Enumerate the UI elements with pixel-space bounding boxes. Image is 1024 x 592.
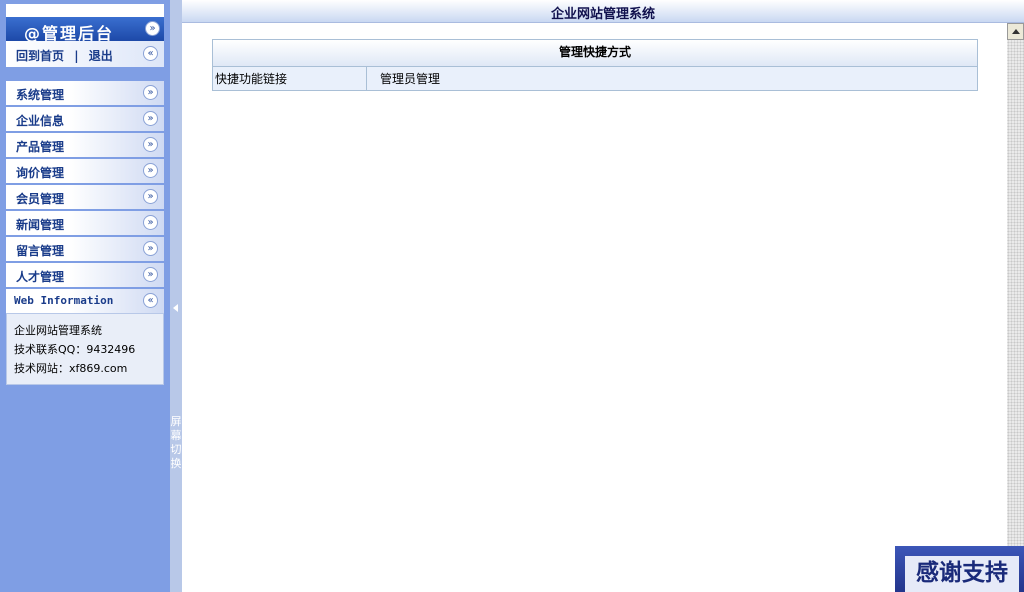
double-chevron-down-icon[interactable]: » [145, 21, 160, 36]
sidebar-item-label: 会员管理 [16, 192, 65, 206]
triangle-left-icon[interactable] [173, 304, 178, 312]
sidebar-item-company-info[interactable]: 企业信息 » [6, 107, 164, 133]
sidebar-item-label: 企业信息 [16, 114, 65, 128]
info-line: 技术联系QQ：9432496 [14, 343, 136, 356]
info-line: 技术网站：xf869.com [14, 362, 128, 375]
double-chevron-down-icon[interactable]: » [143, 241, 158, 256]
double-chevron-down-icon[interactable]: » [143, 163, 158, 178]
shortcut-table: 管理快捷方式 快捷功能链接 管理员管理 [212, 39, 978, 91]
shortcut-row-label: 快捷功能链接 [213, 67, 367, 90]
sidebar-item-label: 新闻管理 [16, 218, 65, 232]
sidebar-item-products[interactable]: 产品管理 » [6, 133, 164, 159]
vertical-scrollbar[interactable] [1007, 23, 1024, 592]
sidebar-item-news[interactable]: 新闻管理 » [6, 211, 164, 237]
double-chevron-down-icon[interactable]: » [143, 85, 158, 100]
sidebar-header: @管理后台 » [6, 17, 164, 43]
sidebar-item-label: 产品管理 [16, 140, 65, 154]
home-link[interactable]: 回到首页 [16, 49, 64, 63]
sidebar-quick-links: 回到首页 | 退出 « [6, 41, 164, 67]
sidebar-item-label: 系统管理 [16, 88, 65, 102]
logout-link[interactable]: 退出 [89, 49, 113, 63]
web-information-title: Web Information [14, 294, 114, 307]
double-chevron-left-icon[interactable]: « [143, 293, 158, 308]
double-chevron-down-icon[interactable]: » [143, 111, 158, 126]
web-information-body: 企业网站管理系统 技术联系QQ：9432496 技术网站：xf869.com [6, 313, 164, 385]
double-chevron-down-icon[interactable]: » [143, 215, 158, 230]
double-chevron-down-icon[interactable]: » [143, 189, 158, 204]
admin-management-link[interactable]: 管理员管理 [380, 72, 440, 86]
double-chevron-down-icon[interactable]: » [143, 267, 158, 282]
double-chevron-left-icon[interactable]: « [143, 46, 158, 61]
link-separator: | [74, 49, 79, 63]
sidebar-item-inquiries[interactable]: 询价管理 » [6, 159, 164, 185]
screen-switch-splitter[interactable]: 屏幕切换 [170, 0, 182, 592]
sidebar-item-label: 询价管理 [16, 166, 65, 180]
sidebar-item-talent[interactable]: 人才管理 » [6, 263, 164, 289]
table-row: 快捷功能链接 管理员管理 [213, 67, 977, 90]
page-title: 企业网站管理系统 [550, 7, 655, 22]
sidebar-item-members[interactable]: 会员管理 » [6, 185, 164, 211]
screen-switch-label[interactable]: 屏幕切换 [170, 415, 182, 471]
title-bar: 企业网站管理系统 [182, 0, 1024, 23]
sidebar-item-label: 人才管理 [16, 270, 65, 284]
double-chevron-down-icon[interactable]: » [143, 137, 158, 152]
sidebar-item-messages[interactable]: 留言管理 » [6, 237, 164, 263]
sidebar-top-strip [6, 4, 164, 17]
support-badge[interactable]: 感谢支持 [895, 546, 1024, 592]
web-information-header[interactable]: Web Information « [6, 289, 164, 313]
scroll-up-arrow-icon[interactable] [1007, 23, 1024, 40]
support-badge-label: 感谢支持 [905, 556, 1019, 592]
sidebar-item-label: 留言管理 [16, 244, 65, 258]
sidebar: @管理后台 » 回到首页 | 退出 « 系统管理 » 企业信息 » 产品管理 »… [0, 0, 170, 592]
shortcut-table-caption: 管理快捷方式 [213, 40, 977, 67]
screen-switch-text: 屏幕切换 [170, 415, 182, 470]
info-line: 企业网站管理系统 [14, 324, 102, 337]
sidebar-item-system[interactable]: 系统管理 » [6, 81, 164, 107]
